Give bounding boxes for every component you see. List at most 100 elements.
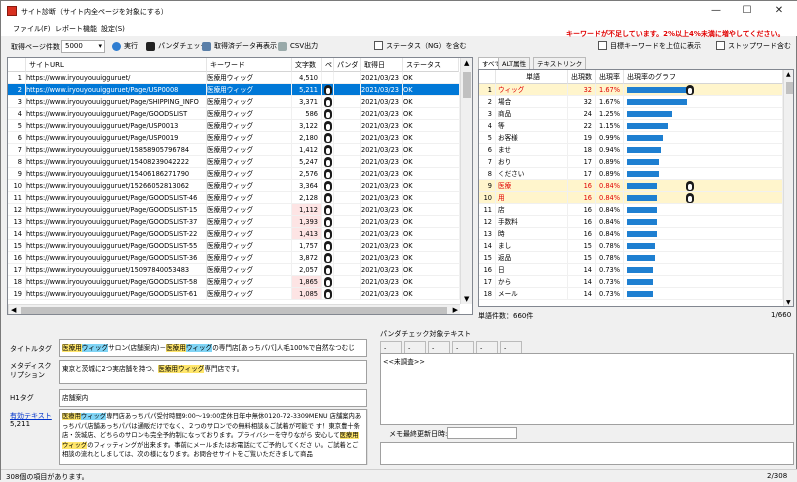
word-table-vscroll-thumb[interactable] [786,82,793,94]
panda-check-button[interactable]: パンダチェック [145,39,207,53]
table-row[interactable]: 5 https://www.iryouyouuigguruet/Page/USP0… [8,120,472,132]
window-title: サイト診断（サイト内全ページを対象にする） [21,8,168,16]
word-row[interactable]: 14 まし 15 0.78% [479,240,793,252]
table-row[interactable]: 6 https://www.iryouyouuigguruet/Page/USP0… [8,132,472,144]
table-row[interactable]: 4 https://www.iryouyouuigguruet/Page/GOOD… [8,108,472,120]
col-word-header[interactable]: 単語 [496,70,568,84]
csv-button[interactable]: CSV出力 [277,39,318,53]
col-date-header[interactable]: 取得日 [361,58,403,72]
table-row[interactable]: 9 https://www.iryouyouuigguruet/154061862… [8,168,472,180]
panda-result-cell [334,168,361,180]
panda-tab[interactable]: - [380,341,402,353]
table-row[interactable]: 8 https://www.iryouyouuigguruet/154082390… [8,156,472,168]
stopword-label: ストップワード含む [728,42,791,50]
word-row[interactable]: 9 医療 16 0.84% [479,180,793,192]
col-url-header[interactable]: サイトURL [26,58,207,72]
menu-report[interactable]: レポート機能 [55,24,97,34]
menu-file[interactable]: ファイル(F) [13,24,51,34]
word-row[interactable]: 15 返品 15 0.78% [479,252,793,264]
word-text: 場合 [496,96,568,108]
word-index: 1 [479,84,496,96]
word-row[interactable]: 17 から 14 0.73% [479,276,793,288]
word-row[interactable]: 5 お客様 19 0.99% [479,132,793,144]
panda-cell [322,252,334,264]
panda-tab[interactable]: - [500,341,522,353]
title-highlight-3: 医療用 [166,344,186,352]
table-row[interactable]: 10 https://www.iryouyouuigguruet/15266052… [8,180,472,192]
status-ng-checkbox[interactable] [374,41,383,50]
url-table-vscroll-thumb[interactable] [463,72,471,98]
top-keyword-checkbox[interactable] [598,41,607,50]
word-graph [624,240,783,252]
col-count-header[interactable]: 出現数 [568,70,596,84]
table-row[interactable]: 15 https://www.iryouyouuigguruet/Page/GOO… [8,240,472,252]
url-table-vscroll[interactable]: ▲ ▼ [460,58,472,304]
url-table-hscroll[interactable]: ◀ ▶ [8,304,460,314]
col-graph-header[interactable]: 出現率のグラフ [624,70,783,84]
col-pe-header[interactable]: ペ [322,58,334,72]
word-row[interactable]: 4 等 22 1.15% [479,120,793,132]
panda-cell [322,84,334,96]
table-row[interactable]: 14 https://www.iryouyouuigguruet/Page/GOO… [8,228,472,240]
cell-date: 2021/03/23 [361,132,403,144]
word-row[interactable]: 3 商品 24 1.25% [479,108,793,120]
rate-bar [627,243,655,249]
penguin-icon [324,133,332,143]
col-rate-header[interactable]: 出現率 [596,70,624,84]
show-data-button[interactable]: 取得済データ再表示 [201,39,277,53]
panda-tab[interactable]: - [452,341,474,353]
panda-result-cell [334,156,361,168]
minimize-button[interactable]: — [701,3,731,19]
valid-text-scroll[interactable] [367,409,375,465]
panda-tab[interactable]: - [404,341,426,353]
panda-cell [322,216,334,228]
word-row[interactable]: 11 店 16 0.84% [479,204,793,216]
rate-bar [627,99,687,105]
pages-select[interactable]: 5000 ▾ [61,40,105,53]
col-panda-header[interactable]: パンダ [334,58,361,72]
table-row[interactable]: 7 https://www.iryouyouuigguruet/158589057… [8,144,472,156]
word-row[interactable]: 10 用 16 0.84% [479,192,793,204]
word-row[interactable]: 18 メール 14 0.73% [479,288,793,300]
table-row[interactable]: 12 https://www.iryouyouuigguruet/Page/GOO… [8,204,472,216]
maximize-button[interactable]: ☐ [732,3,762,19]
word-row[interactable]: 8 ください 17 0.89% [479,168,793,180]
panda-tab[interactable]: - [476,341,498,353]
table-row[interactable]: 13 https://www.iryouyouuigguruet/Page/GOO… [8,216,472,228]
panda-tab[interactable]: - [428,341,450,353]
memo-textarea[interactable] [380,442,794,465]
col-status-header[interactable]: ステータス [403,58,459,72]
url-table-hscroll-thumb[interactable] [21,307,447,314]
col-index-header[interactable] [8,58,26,72]
col-keyword-header[interactable]: キーワード [207,58,292,72]
word-row[interactable]: 1 ウィッグ 32 1.67% [479,84,793,96]
table-row[interactable]: 3 https://www.iryouyouuigguruet/Page/SHIP… [8,96,472,108]
word-row[interactable]: 16 日 14 0.73% [479,264,793,276]
run-button[interactable]: 実行 [111,39,138,53]
table-row[interactable]: 16 https://www.iryouyouuigguruet/Page/GOO… [8,252,472,264]
tab-textlink[interactable]: テキストリンク [533,57,587,69]
col-chars-header[interactable]: 文字数 [292,58,322,72]
table-row[interactable]: 19 https://www.iryouyouuigguruet/Page/GOO… [8,288,472,300]
table-row[interactable]: 17 https://www.iryouyouuigguruet/15097840… [8,264,472,276]
penguin-icon [324,289,332,299]
word-row[interactable]: 6 ませ 18 0.94% [479,144,793,156]
word-index: 5 [479,132,496,144]
cell-url: https://www.iryouyouuigguruet/Page/GOODS… [26,108,207,120]
table-row[interactable]: 1 https://www.iryouyouuigguruet/医療用ウィッグ 4,… [8,72,472,84]
stopword-checkbox[interactable] [716,41,725,50]
cell-n: 13 [8,216,26,228]
table-row[interactable]: 11 https://www.iryouyouuigguruet/Page/GOO… [8,192,472,204]
menu-settings[interactable]: 設定(S) [101,24,125,34]
close-button[interactable]: ✕ [764,3,794,19]
word-table-vscroll[interactable]: ▲ ▼ [783,70,793,306]
word-row[interactable]: 2 場合 32 1.67% [479,96,793,108]
table-row[interactable]: 18 https://www.iryouyouuigguruet/Page/GOO… [8,276,472,288]
word-row[interactable]: 12 手数料 16 0.84% [479,216,793,228]
word-row[interactable]: 13 時 16 0.84% [479,228,793,240]
word-row[interactable]: 7 おり 17 0.89% [479,156,793,168]
cell-n: 9 [8,168,26,180]
chevron-down-icon: ▾ [98,42,102,50]
tab-alt[interactable]: ALT属性 [498,57,531,69]
table-row[interactable]: 2 https://www.iryouyouuigguruet/Page/USP0… [8,84,472,96]
